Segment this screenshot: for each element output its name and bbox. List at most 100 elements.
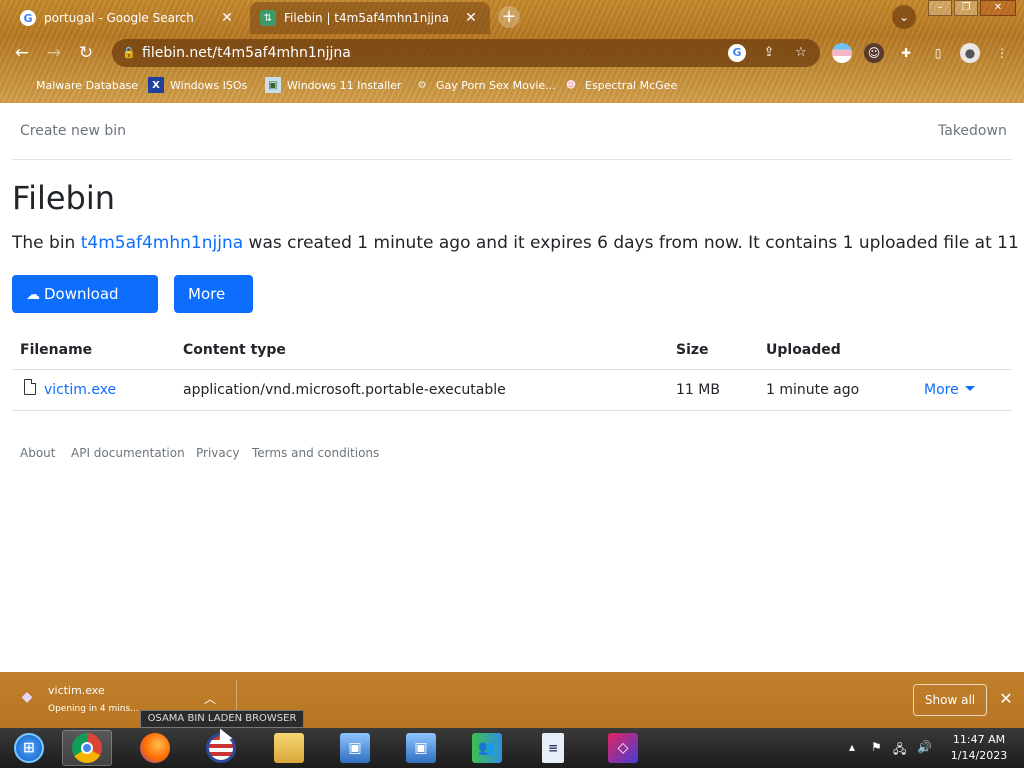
taskbar-notepad[interactable]: ≡	[528, 730, 578, 766]
uploaded-cell: 1 minute ago	[766, 382, 860, 398]
column-header-size: Size	[676, 342, 709, 358]
more-label: More	[188, 285, 226, 303]
more-dropdown-button[interactable]: More	[174, 275, 253, 334]
flag-icon[interactable]: ⚑	[871, 740, 882, 754]
clock[interactable]: 11:47 AM 1/14/2023	[940, 732, 1018, 764]
film-icon: ⚙	[417, 79, 427, 91]
bookmark-star-icon[interactable]: ☆	[792, 44, 810, 62]
volume-icon[interactable]: 🔊	[917, 740, 932, 754]
taskbar-app[interactable]: ◇	[598, 730, 648, 766]
back-button[interactable]: ←	[10, 41, 34, 65]
cloud-download-icon: ☁	[26, 287, 40, 303]
close-icon[interactable]: ✕	[460, 10, 482, 26]
header-divider	[12, 369, 1012, 370]
footer-api-link[interactable]: API documentation	[71, 446, 185, 460]
takedown-link[interactable]: Takedown	[938, 123, 1007, 139]
row-divider	[12, 410, 1012, 411]
lead-suffix: was created 1 minute ago and it expires …	[243, 233, 1024, 253]
footer-about-link[interactable]: About	[20, 446, 55, 460]
create-new-bin-link[interactable]: Create new bin	[20, 123, 126, 139]
bookmark-label: Espectral McGee	[585, 78, 678, 92]
size-cell: 11 MB	[676, 382, 720, 398]
caret-down-icon	[194, 329, 204, 334]
page-title: Filebin	[12, 179, 116, 217]
chevron-up-icon[interactable]: ▴	[849, 740, 855, 754]
caret-down-icon	[964, 386, 975, 391]
notepad-icon: ≡	[542, 733, 564, 763]
download-filename: victim.exe	[48, 684, 105, 697]
start-button[interactable]: ⊞	[4, 730, 54, 766]
maximize-button[interactable]: ❐	[954, 0, 978, 16]
extension-flag-icon[interactable]	[832, 43, 852, 63]
minimize-button[interactable]: –	[928, 0, 952, 16]
tab-title: Filebin | t4m5af4mhn1njjna	[284, 11, 449, 25]
bookmark-windows-11-installer[interactable]: ▣ Windows 11 Installer	[265, 76, 402, 94]
google-lens-icon[interactable]: G	[728, 44, 746, 62]
window-close-button[interactable]: ✕	[980, 0, 1016, 16]
bookmark-movie-site[interactable]: ⚙ Gay Porn Sex Movie...	[414, 76, 556, 94]
tab-filebin[interactable]: ⇅ Filebin | t4m5af4mhn1njjna ✕	[250, 2, 490, 34]
screen: G portugal - Google Search ✕ ⇅ Filebin |…	[0, 0, 1024, 768]
side-panel-icon[interactable]: ▯	[928, 43, 948, 63]
lock-icon[interactable]: 🔒	[122, 39, 136, 67]
tab-google-search[interactable]: G portugal - Google Search ✕	[8, 2, 246, 34]
bin-id-link[interactable]: t4m5af4mhn1njjna	[81, 233, 243, 253]
taskbar-messenger[interactable]: 👥	[462, 730, 512, 766]
profile-avatar-icon[interactable]: ●	[960, 43, 980, 63]
extensions-puzzle-icon[interactable]: ✚	[896, 43, 916, 63]
clock-date: 1/14/2023	[950, 749, 1008, 762]
windows-start-icon: ⊞	[14, 733, 44, 763]
filebin-icon: ⇅	[260, 10, 276, 26]
computer-icon: ▣	[406, 733, 436, 763]
column-header-filename: Filename	[20, 342, 93, 358]
app-icon: ◇	[608, 733, 638, 763]
bookmarks-bar: Malware Database X Windows ISOs ▣ Window…	[0, 72, 1024, 98]
taskbar-firefox[interactable]	[130, 730, 180, 766]
chrome-icon	[72, 733, 102, 763]
menu-icon[interactable]: ⋮	[992, 43, 1012, 63]
bookmark-label: Windows ISOs	[170, 78, 248, 92]
folder-icon	[274, 733, 304, 763]
footer-terms-link[interactable]: Terms and conditions	[252, 446, 379, 460]
profile-extension-icon[interactable]: ☺	[864, 43, 884, 63]
footer-privacy-link[interactable]: Privacy	[196, 446, 239, 460]
download-files-button[interactable]: ☁ Download files	[12, 275, 158, 342]
tab-title: portugal - Google Search	[44, 11, 194, 25]
chevron-up-icon[interactable]: ︿	[204, 690, 216, 707]
taskbar-network-app[interactable]: ▣	[330, 730, 380, 766]
network-icon[interactable]: 🖧	[893, 740, 906, 761]
page-content: Create new bin Takedown Filebin The bin …	[0, 103, 1024, 672]
x-logo-icon: X	[148, 77, 164, 93]
filename-link[interactable]: victim.exe	[44, 382, 116, 398]
column-header-uploaded: Uploaded	[766, 342, 841, 358]
browser-toolbar: ← → ↻ 🔒 filebin.net/t4m5af4mhn1njjna G ⇪…	[0, 36, 1024, 70]
taskbar-chrome[interactable]	[62, 730, 112, 766]
taskbar-file-explorer[interactable]	[264, 730, 314, 766]
file-icon	[24, 379, 36, 395]
face-icon: ☻	[565, 79, 577, 91]
bookmark-windows-isos[interactable]: X Windows ISOs	[148, 76, 247, 94]
row-more-dropdown[interactable]: More	[924, 382, 975, 398]
close-icon[interactable]: ✕	[216, 10, 238, 26]
computer-icon: ▣	[340, 733, 370, 763]
clock-time: 11:47 AM	[952, 733, 1006, 746]
bookmark-espectral-mcgee[interactable]: ☻ Espectral McGee	[563, 76, 677, 94]
reload-button[interactable]: ↻	[74, 41, 98, 65]
taskbar-network-app-2[interactable]: ▣	[396, 730, 446, 766]
bookmark-malware-database[interactable]: Malware Database	[16, 76, 138, 94]
row-more-label: More	[924, 382, 959, 398]
address-bar[interactable]: 🔒 filebin.net/t4m5af4mhn1njjna G ⇪ ☆	[112, 39, 820, 67]
bookmark-label: Malware Database	[36, 78, 139, 92]
share-icon[interactable]: ⇪	[760, 44, 778, 62]
show-all-button[interactable]: Show all	[913, 684, 987, 716]
tab-search-button[interactable]: ⌄	[892, 5, 916, 29]
google-icon: G	[20, 10, 36, 26]
close-icon[interactable]: ✕	[996, 688, 1016, 710]
download-status: Opening in 4 mins...	[48, 704, 139, 714]
bookmark-label: Windows 11 Installer	[287, 78, 402, 92]
bin-description: The bin t4m5af4mhn1njjna was created 1 m…	[12, 233, 1024, 253]
forward-button[interactable]: →	[42, 41, 66, 65]
taskbar: ⊞ ▣ ▣ 👥 ≡ ◇ ▴ ⚑ 🖧 🔊 11:47 AM 1/14/2023	[0, 728, 1024, 768]
bookmark-label: Gay Porn Sex Movie...	[436, 78, 556, 92]
new-tab-button[interactable]: +	[498, 6, 520, 28]
